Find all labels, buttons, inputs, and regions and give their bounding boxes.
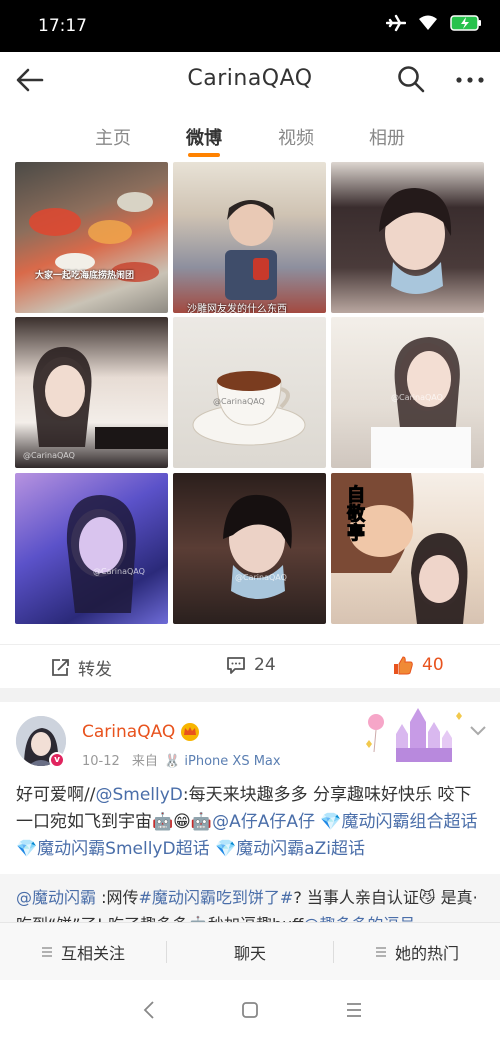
post-date: 10-12 xyxy=(82,754,120,769)
mutual-follow-button[interactable]: 互相关注 xyxy=(0,923,166,981)
menu-lines-icon xyxy=(41,947,52,957)
crown-icon xyxy=(181,723,199,741)
tab-home[interactable]: 主页 xyxy=(73,124,153,150)
photo-caption: 自敬亭 xyxy=(344,485,366,543)
tab-weibo[interactable]: 微博 xyxy=(164,124,244,150)
search-icon[interactable] xyxy=(396,64,426,94)
tab-video[interactable]: 视频 xyxy=(256,124,336,150)
photo-variety-show[interactable]: 沙雕网友发的什么东西 xyxy=(173,162,326,313)
text-segment: :网传 xyxy=(96,888,139,907)
text-link[interactable]: @SmellyD xyxy=(95,785,182,805)
like-button[interactable]: 40 xyxy=(392,655,444,675)
photo-comic-selfie[interactable]: 自敬亭 xyxy=(331,473,484,624)
system-nav-bar xyxy=(0,980,500,1040)
photo-neon-selfie[interactable]: @CarinaQAQ xyxy=(15,473,168,624)
chat-button[interactable]: 聊天 xyxy=(167,923,333,981)
post-username[interactable]: CarinaQAQ xyxy=(82,722,175,742)
battery-charging-icon xyxy=(450,15,481,31)
system-back-icon[interactable] xyxy=(140,1000,158,1020)
post-actions: 转发 24 40 xyxy=(0,644,500,688)
text-segment: 好可爱啊// xyxy=(16,785,96,805)
her-hot-button[interactable]: 她的热门 xyxy=(334,923,500,981)
photo-caption: 大家一起吃海底捞热闹团 xyxy=(35,271,135,281)
comment-icon xyxy=(227,657,245,674)
photo-hotpot-meal[interactable]: 大家一起吃海底捞热闹团 xyxy=(15,162,168,313)
repost-button[interactable]: 转发 xyxy=(50,655,112,680)
feed: 大家一起吃海底捞热闹团 沙雕网友发的什么东西 @CarinaQAQ @Carin… xyxy=(0,162,500,980)
post-device[interactable]: iPhone XS Max xyxy=(184,754,280,769)
profile-tabs: 主页 微博 视频 相册 xyxy=(0,108,500,162)
repost-icon xyxy=(52,658,69,676)
top-nav-bar: CarinaQAQ xyxy=(0,52,500,108)
repost-label: 转发 xyxy=(78,660,112,680)
system-menu-icon[interactable] xyxy=(344,1000,364,1020)
comment-button[interactable]: 24 xyxy=(226,655,276,675)
her-hot-label: 她的热门 xyxy=(394,944,459,963)
text-link[interactable]: @A仔A仔A仔 xyxy=(212,812,315,832)
photo-selfie-mask[interactable] xyxy=(331,162,484,313)
chevron-down-icon[interactable] xyxy=(468,724,488,738)
text-link[interactable]: @魔动闪霸 xyxy=(16,888,96,907)
system-home-icon[interactable] xyxy=(240,1000,260,1020)
photo-watermark: @CarinaQAQ xyxy=(235,573,287,582)
food-illustration xyxy=(29,192,159,282)
device-icon: 🐰 xyxy=(164,754,181,769)
comment-count: 24 xyxy=(254,655,276,675)
photo-watermark: @CarinaQAQ xyxy=(93,567,145,576)
tab-album[interactable]: 相册 xyxy=(347,124,427,150)
post-meta: 10-12 来自 🐰 iPhone XS Max xyxy=(82,750,281,769)
chat-label: 聊天 xyxy=(233,944,266,963)
post-from: 来自 xyxy=(131,754,158,769)
selfie-illustration xyxy=(223,494,292,599)
active-tab-indicator xyxy=(188,153,220,157)
text-link[interactable]: #魔动闪霸吃到饼了# xyxy=(139,888,294,907)
verified-badge: v xyxy=(49,752,65,768)
person-illustration xyxy=(225,200,277,300)
photo-selfie-bright[interactable]: @CarinaQAQ xyxy=(331,317,484,468)
castle-decoration-icon xyxy=(366,708,462,762)
status-time: 17:17 xyxy=(38,16,87,36)
text-link[interactable]: 💎魔动闪霸SmellyD超话 xyxy=(16,839,210,859)
more-icon[interactable] xyxy=(454,64,486,94)
like-icon xyxy=(394,656,413,675)
photo-tea-cup[interactable]: @CarinaQAQ xyxy=(173,317,326,468)
photo-watermark: @CarinaQAQ xyxy=(23,451,75,460)
selfie-illustration xyxy=(379,188,452,294)
status-icons xyxy=(386,14,482,32)
menu-lines-icon xyxy=(375,947,386,957)
post-card: 大家一起吃海底捞热闹团 沙雕网友发的什么东西 @CarinaQAQ @Carin… xyxy=(0,162,500,688)
wifi-icon xyxy=(419,15,437,30)
photo-selfie-dark[interactable]: @CarinaQAQ xyxy=(173,473,326,624)
profile-action-bar: 互相关注 聊天 她的热门 xyxy=(0,922,500,980)
photo-caption: 沙雕网友发的什么东西 xyxy=(187,304,287,313)
photo-watermark: @CarinaQAQ xyxy=(213,397,265,406)
photo-watermark: @CarinaQAQ xyxy=(391,393,443,402)
mutual-follow-label: 互相关注 xyxy=(60,944,125,963)
selfie-illustration xyxy=(33,346,168,449)
airplane-mode-icon xyxy=(386,14,406,32)
photo-girl-piano[interactable]: @CarinaQAQ xyxy=(15,317,168,468)
post-text: 好可爱啊//@SmellyD:每天来块趣多多 分享趣味好快乐 咬下一口宛如飞到宇… xyxy=(16,782,486,863)
status-bar: 17:17 xyxy=(0,0,500,52)
text-link[interactable]: 💎魔动闪霸aZi超话 xyxy=(215,839,365,859)
text-link[interactable]: 💎魔动闪霸组合超话 xyxy=(320,812,477,832)
teacup-illustration xyxy=(192,371,306,446)
like-count: 40 xyxy=(422,655,444,675)
selfie-illustration xyxy=(66,495,136,613)
